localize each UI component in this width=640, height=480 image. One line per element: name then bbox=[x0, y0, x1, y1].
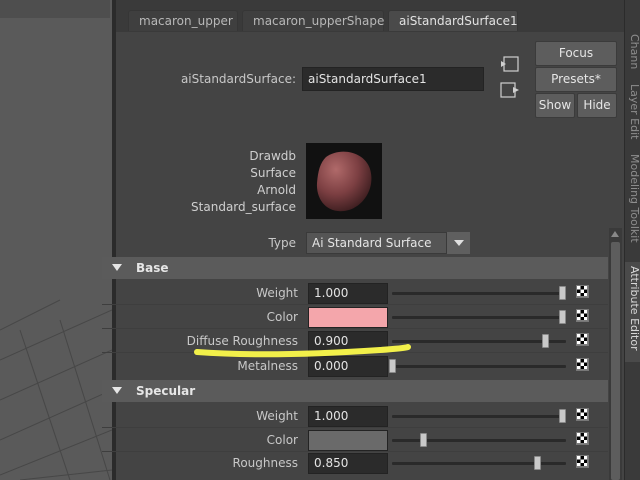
section-title: Base bbox=[136, 261, 169, 275]
base-color-swatch[interactable] bbox=[308, 307, 388, 328]
section-title: Specular bbox=[136, 384, 196, 398]
map-button-icon[interactable] bbox=[576, 309, 589, 322]
attr-label-roughness: Roughness bbox=[232, 456, 298, 470]
slider-handle[interactable] bbox=[542, 334, 549, 348]
attr-label-diffuse-roughness: Diffuse Roughness bbox=[186, 334, 298, 348]
right-tool-tabs: Chann Layer Edit Modeling Toolkit Attrib… bbox=[624, 0, 640, 480]
map-button-icon[interactable] bbox=[576, 358, 589, 371]
type-dropdown-arrow[interactable] bbox=[446, 232, 470, 254]
tab-channel-box[interactable]: Chann bbox=[625, 30, 640, 80]
specular-weight-field[interactable]: 1.000 bbox=[308, 406, 388, 427]
viewport-panel[interactable] bbox=[0, 0, 112, 480]
slider-handle[interactable] bbox=[559, 409, 566, 423]
diffuse-roughness-slider[interactable] bbox=[392, 340, 566, 343]
presets-button[interactable]: Presets* bbox=[535, 67, 617, 92]
section-base-header[interactable]: Base bbox=[102, 257, 608, 279]
viewport-grid bbox=[0, 0, 112, 480]
base-weight-field[interactable]: 1.000 bbox=[308, 283, 388, 304]
map-button-icon[interactable] bbox=[576, 455, 589, 468]
specular-color-slider[interactable] bbox=[392, 439, 566, 442]
swatch-label-classification: Surface bbox=[250, 166, 296, 180]
swatch-label-classification: Arnold bbox=[257, 183, 296, 197]
tab-ai-standard-surface1[interactable]: aiStandardSurface1 bbox=[388, 10, 518, 31]
type-label: Type bbox=[268, 236, 296, 250]
chevron-down-icon bbox=[454, 240, 464, 246]
swatch-label-classification: Standard_surface bbox=[191, 200, 296, 214]
show-button[interactable]: Show bbox=[535, 93, 575, 118]
swatch-label-classification: Drawdb bbox=[249, 149, 296, 163]
attr-label-metalness: Metalness bbox=[237, 359, 298, 373]
slider-handle[interactable] bbox=[559, 310, 566, 324]
specular-color-swatch[interactable] bbox=[308, 430, 388, 451]
metalness-field[interactable]: 0.000 bbox=[308, 356, 388, 377]
node-type-label: aiStandardSurface: bbox=[180, 72, 296, 86]
material-swatch-preview[interactable] bbox=[306, 143, 382, 219]
tab-macaron-upper-shape[interactable]: macaron_upperShape bbox=[242, 10, 384, 31]
scrollbar-thumb[interactable] bbox=[611, 242, 620, 480]
hide-button[interactable]: Hide bbox=[577, 93, 617, 118]
row-divider bbox=[102, 328, 608, 329]
attr-label-weight: Weight bbox=[256, 286, 298, 300]
map-button-icon[interactable] bbox=[576, 333, 589, 346]
map-button-icon[interactable] bbox=[576, 285, 589, 298]
vertical-scrollbar[interactable] bbox=[609, 228, 622, 480]
input-connections-icon[interactable] bbox=[500, 56, 520, 72]
output-connections-icon[interactable] bbox=[500, 82, 520, 98]
tab-bar: macaron_upper macaron_upperShape aiStand… bbox=[116, 0, 624, 32]
base-weight-slider[interactable] bbox=[392, 292, 566, 295]
slider-handle[interactable] bbox=[419, 433, 427, 447]
tab-attribute-editor[interactable]: Attribute Editor bbox=[625, 262, 640, 362]
row-divider bbox=[102, 427, 608, 428]
material-sphere-icon bbox=[316, 151, 372, 212]
map-button-icon[interactable] bbox=[576, 432, 589, 445]
specular-weight-slider[interactable] bbox=[392, 415, 566, 418]
tab-modeling-toolkit[interactable]: Modeling Toolkit bbox=[625, 150, 640, 260]
collapse-triangle-icon bbox=[112, 264, 122, 271]
slider-handle[interactable] bbox=[559, 286, 566, 300]
metalness-slider[interactable] bbox=[392, 365, 566, 368]
attr-label-color: Color bbox=[266, 310, 298, 324]
tab-layer-editor[interactable]: Layer Edit bbox=[625, 80, 640, 150]
diffuse-roughness-field[interactable]: 0.900 bbox=[308, 331, 388, 352]
row-divider bbox=[102, 451, 608, 452]
section-specular-header[interactable]: Specular bbox=[102, 380, 608, 402]
scroll-up-icon[interactable] bbox=[611, 231, 619, 237]
specular-roughness-field[interactable]: 0.850 bbox=[308, 453, 388, 474]
attribute-editor: macaron_upper macaron_upperShape aiStand… bbox=[102, 0, 624, 480]
tab-macaron-upper[interactable]: macaron_upper bbox=[128, 10, 238, 31]
row-divider bbox=[102, 352, 608, 353]
base-color-slider[interactable] bbox=[392, 316, 566, 319]
collapse-triangle-icon bbox=[112, 387, 122, 394]
slider-handle[interactable] bbox=[389, 359, 396, 373]
slider-handle[interactable] bbox=[533, 456, 541, 470]
attr-label-color: Color bbox=[266, 433, 298, 447]
row-divider bbox=[102, 304, 608, 305]
attr-label-weight: Weight bbox=[256, 409, 298, 423]
node-name-field[interactable]: aiStandardSurface1 bbox=[302, 67, 484, 91]
map-button-icon[interactable] bbox=[576, 408, 589, 421]
focus-button[interactable]: Focus bbox=[535, 41, 617, 66]
